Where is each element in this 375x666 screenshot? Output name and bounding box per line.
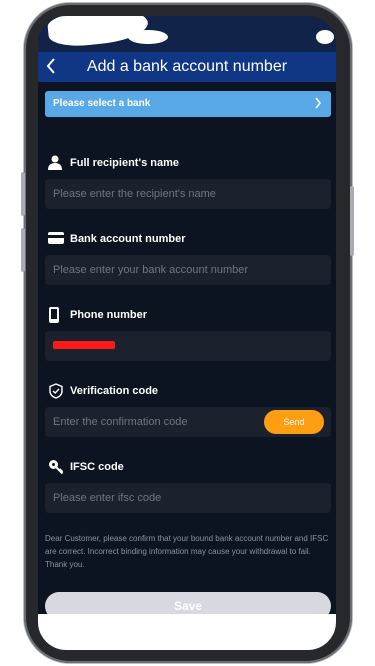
bank-account-placeholder: Please enter your bank account number	[53, 264, 249, 276]
volume-down-button	[21, 228, 25, 272]
send-code-button[interactable]: Send	[264, 410, 324, 434]
person-icon	[48, 155, 64, 171]
select-bank-button[interactable]: Please select a bank	[45, 91, 331, 117]
volume-up-button	[21, 172, 25, 216]
select-bank-label: Please select a bank	[53, 98, 151, 109]
app-header: Add a bank account number	[38, 52, 336, 82]
shield-check-icon	[48, 383, 64, 399]
binding-notice: Dear Customer, please confirm that your …	[45, 534, 329, 569]
verification-code-input[interactable]: Enter the confirmation code Send	[45, 407, 331, 437]
status-bar-area	[38, 16, 336, 52]
card-icon	[48, 231, 64, 247]
ifsc-code-placeholder: Please enter ifsc code	[53, 492, 162, 504]
page-title: Add a bank account number	[86, 58, 288, 75]
chevron-right-icon	[313, 95, 323, 114]
bank-account-input[interactable]: Please enter your bank account number	[45, 255, 331, 285]
power-button	[350, 186, 354, 256]
recipient-name-input[interactable]: Please enter the recipient's name	[45, 179, 331, 209]
verification-code-placeholder: Enter the confirmation code	[53, 416, 188, 428]
home-indicator-area	[38, 614, 336, 650]
phone-number-input[interactable]	[45, 331, 331, 361]
phone-screen: Add a bank account number Please select …	[38, 16, 336, 650]
key-icon	[48, 459, 64, 475]
redaction-blob	[316, 30, 334, 44]
phone-icon	[48, 307, 64, 323]
ifsc-code-input[interactable]: Please enter ifsc code	[45, 483, 331, 513]
recipient-name-placeholder: Please enter the recipient's name	[53, 188, 216, 200]
redaction-blob	[128, 30, 168, 44]
redacted-phone-number	[53, 341, 115, 349]
